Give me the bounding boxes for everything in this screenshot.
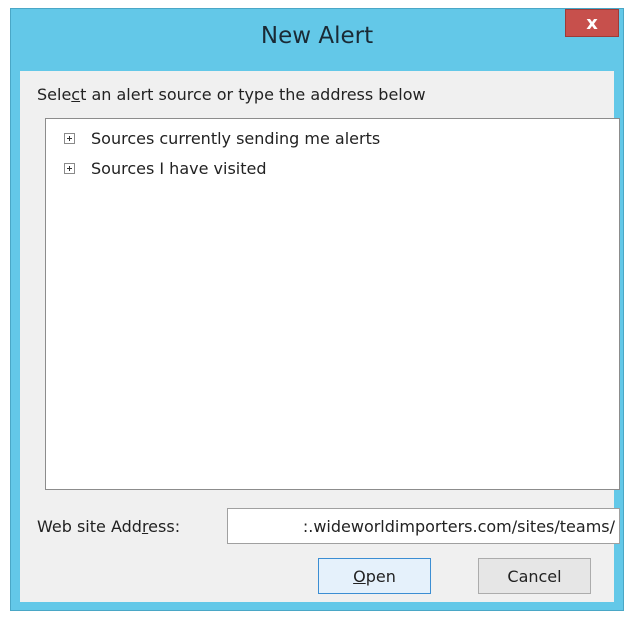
tree-item-sources-visited[interactable]: Sources I have visited	[64, 159, 267, 178]
tree-item-label: Sources I have visited	[91, 159, 267, 178]
plus-expander-icon[interactable]	[64, 163, 75, 174]
dialog-title: New Alert	[260, 23, 374, 49]
dialog-body: Select an alert source or type the addre…	[20, 71, 620, 602]
new-alert-dialog: New Alert x Select an alert source or ty…	[10, 8, 624, 611]
address-value: :.wideworldimporters.com/sites/teams/	[302, 516, 615, 536]
alert-source-tree[interactable]: Sources currently sending me alerts Sour…	[45, 118, 620, 490]
tree-item-sources-sending-alerts[interactable]: Sources currently sending me alerts	[64, 129, 380, 148]
tree-item-label: Sources currently sending me alerts	[91, 129, 381, 148]
close-button[interactable]: x	[565, 9, 619, 37]
web-site-address-label: Web site Address:	[37, 517, 181, 536]
close-icon: x	[586, 12, 598, 34]
plus-expander-icon[interactable]	[64, 133, 75, 144]
cancel-button[interactable]: Cancel	[478, 558, 591, 594]
web-site-address-input[interactable]: :.wideworldimporters.com/sites/teams/	[227, 508, 620, 544]
source-prompt-label: Select an alert source or type the addre…	[37, 85, 426, 104]
title-bar[interactable]: New Alert x	[11, 9, 623, 71]
open-button[interactable]: Open	[318, 558, 431, 594]
